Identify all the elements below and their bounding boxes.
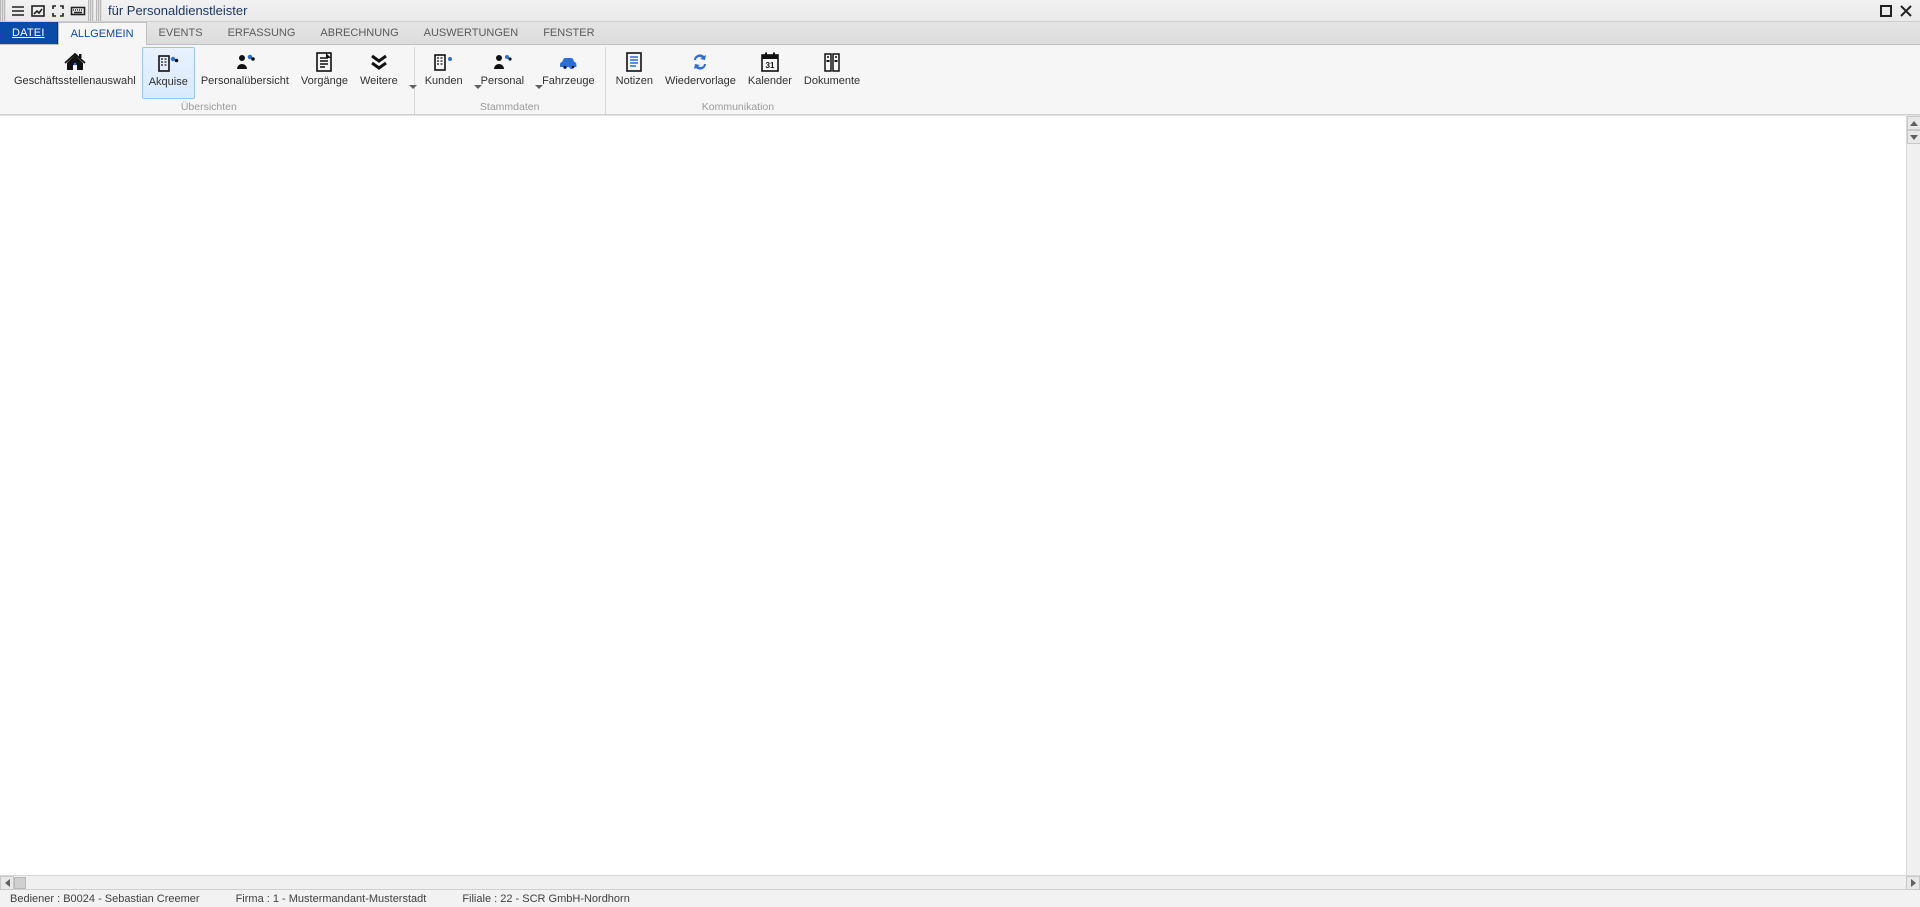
notizen-button[interactable]: Notizen (610, 47, 659, 99)
statusbar: Bediener : B0024 - Sebastian Creemer Fir… (0, 889, 1920, 907)
tab-abrechnung[interactable]: ABRECHNUNG (308, 22, 411, 44)
chevrons-down-icon (365, 49, 393, 75)
tab-auswertungen[interactable]: AUSWERTUNGEN (412, 22, 532, 44)
people-icon (231, 49, 259, 75)
wiedervorlage-button[interactable]: Wiedervorlage (659, 47, 742, 99)
building-people-icon (154, 50, 182, 76)
titlebar-tools (0, 0, 104, 21)
menu-icon[interactable] (8, 1, 28, 21)
status-filiale-label: Filiale : (462, 893, 497, 905)
binder-icon (818, 49, 846, 75)
ribbon-group-übersichten: Geschäftsstellenauswahl Akquise Personalüb… (4, 47, 415, 114)
workspace (0, 115, 1920, 889)
status-firma-value: 1 - Mustermandant-Musterstadt (273, 893, 426, 905)
window-title: für Personaldienstleister (108, 3, 247, 18)
scroll-thumb[interactable] (14, 877, 26, 889)
tab-label: ERFASSUNG (228, 27, 296, 39)
ribbon-group-caption: Kommunikation (610, 100, 867, 114)
grip-icon (0, 0, 6, 21)
building-plus-icon (430, 49, 458, 75)
calendar-icon (756, 49, 784, 75)
kalender-button[interactable]: Kalender (742, 47, 798, 99)
ribbon-group-stammdaten: Kunden Personal Fahrzeuge Stammdaten (415, 47, 606, 114)
status-firma-label: Firma : (236, 893, 270, 905)
scroll-left-icon[interactable] (0, 876, 14, 890)
personaluebersicht-button[interactable]: Personalübersicht (195, 47, 295, 99)
akquise-button[interactable]: Akquise (142, 47, 195, 99)
ribbon: Geschäftsstellenauswahl Akquise Personalüb… (0, 45, 1920, 115)
ribbon-group-kommunikation: Notizen Wiedervorlage Kalender Dokumente Kom… (606, 47, 871, 114)
maximize-icon[interactable] (1876, 1, 1896, 21)
cycle-icon (686, 49, 714, 75)
personaluebersicht-label: Personalübersicht (201, 76, 289, 87)
tab-label: ABRECHNUNG (320, 27, 398, 39)
titlebar: für Personaldienstleister (0, 0, 1920, 22)
status-firma: Firma : 1 - Mustermandant-Musterstadt (228, 893, 435, 905)
note-icon (620, 49, 648, 75)
weitere-button[interactable]: Weitere (354, 47, 410, 99)
tab-fenster[interactable]: FENSTER (531, 22, 607, 44)
personal-label: Personal (481, 76, 524, 87)
kalender-label: Kalender (748, 76, 792, 87)
fullscreen-icon[interactable] (48, 1, 68, 21)
image-icon[interactable] (28, 1, 48, 21)
ribbon-group-caption: Übersichten (8, 100, 410, 114)
weitere-label: Weitere (360, 76, 398, 87)
akquise-label: Akquise (149, 77, 188, 88)
vertical-scrollbar[interactable] (1906, 116, 1920, 875)
tab-datei[interactable]: DATEI (0, 22, 58, 44)
status-filiale-value: 22 - SCR GmbH-Nordhorn (500, 893, 630, 905)
personal-button[interactable]: Personal (475, 47, 536, 99)
workspace-body (0, 116, 1920, 889)
geschaeftsstellenauswahl-label: Geschäftsstellenauswahl (14, 76, 136, 87)
scroll-up-icon[interactable] (1907, 116, 1920, 130)
tab-label: EVENTS (159, 27, 203, 39)
tab-label: FENSTER (543, 27, 594, 39)
tab-erfassung[interactable]: ERFASSUNG (216, 22, 309, 44)
wiedervorlage-label: Wiedervorlage (665, 76, 736, 87)
tab-label: AUSWERTUNGEN (424, 27, 519, 39)
car-icon (554, 49, 582, 75)
tab-label: ALLGEMEIN (71, 28, 134, 40)
vorgaenge-label: Vorgänge (301, 76, 348, 87)
fahrzeuge-label: Fahrzeuge (542, 76, 595, 87)
window-controls (1876, 1, 1920, 21)
fahrzeuge-button[interactable]: Fahrzeuge (536, 47, 601, 99)
notizen-label: Notizen (616, 76, 653, 87)
tabstrip: DATEI ALLGEMEIN EVENTS ERFASSUNG ABRECHNUNG… (0, 22, 1920, 45)
kunden-button[interactable]: Kunden (419, 47, 475, 99)
status-bediener: Bediener : B0024 - Sebastian Creemer (2, 893, 208, 905)
status-bediener-label: Bediener : (10, 893, 60, 905)
vorgaenge-button[interactable]: Vorgänge (295, 47, 354, 99)
grip-icon (88, 0, 94, 21)
horizontal-scrollbar[interactable] (0, 875, 1920, 889)
ribbon-group-caption: Stammdaten (419, 100, 601, 114)
home-icon (61, 49, 89, 75)
scroll-down-icon[interactable] (1907, 130, 1920, 144)
geschaeftsstellenauswahl-button[interactable]: Geschäftsstellenauswahl (8, 47, 142, 99)
kunden-label: Kunden (425, 76, 463, 87)
scroll-right-icon[interactable] (1906, 876, 1920, 890)
grip-icon (96, 0, 102, 21)
tab-events[interactable]: EVENTS (147, 22, 216, 44)
tab-datei-label: DATEI (12, 27, 45, 39)
doc-lines-icon (310, 49, 338, 75)
people-plus-icon (488, 49, 516, 75)
dokumente-label: Dokumente (804, 76, 860, 87)
dokumente-button[interactable]: Dokumente (798, 47, 866, 99)
status-filiale: Filiale : 22 - SCR GmbH-Nordhorn (454, 893, 638, 905)
tab-allgemein[interactable]: ALLGEMEIN (58, 22, 147, 45)
status-bediener-value: B0024 - Sebastian Creemer (63, 893, 199, 905)
keyboard-icon[interactable] (68, 1, 88, 21)
close-icon[interactable] (1896, 1, 1916, 21)
